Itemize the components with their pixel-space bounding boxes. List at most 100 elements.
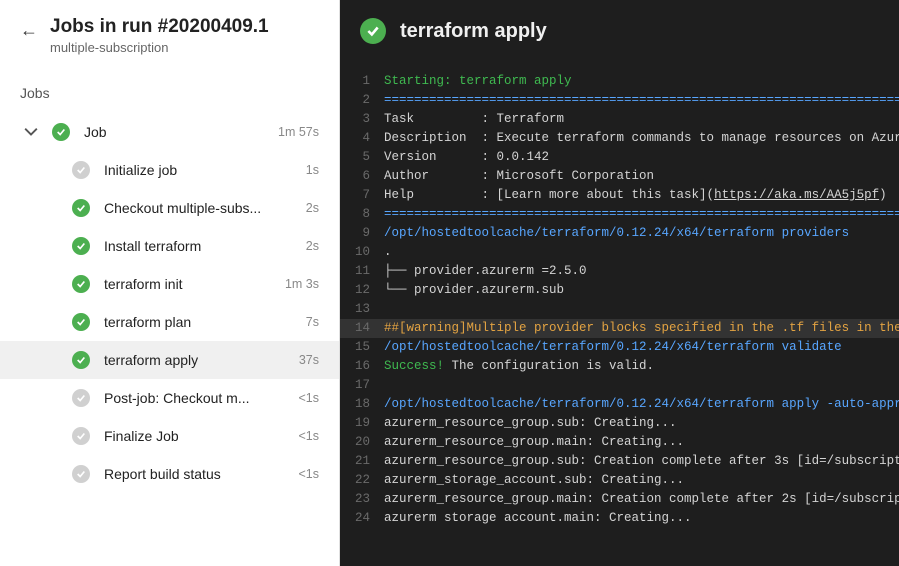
- chevron-down-icon[interactable]: [24, 124, 38, 141]
- line-number: 8: [340, 205, 384, 224]
- line-number: 23: [340, 490, 384, 509]
- step-list: Initialize job1sCheckout multiple-subs..…: [0, 151, 339, 493]
- line-number: 21: [340, 452, 384, 471]
- log-line: 23azurerm_resource_group.main: Creation …: [340, 490, 899, 509]
- page-title: Jobs in run #20200409.1: [50, 16, 269, 38]
- line-number: 11: [340, 262, 384, 281]
- job-group: Job 1m 57s Initialize job1sCheckout mult…: [0, 109, 339, 497]
- log-text: Success! The configuration is valid.: [384, 357, 899, 376]
- log-text: azurerm_resource_group.sub: Creation com…: [384, 452, 899, 471]
- step-row[interactable]: Initialize job1s: [0, 151, 339, 189]
- step-row[interactable]: terraform apply 37s: [0, 341, 339, 379]
- status-neutral-icon: [72, 389, 90, 407]
- step-duration: <1s: [298, 391, 319, 405]
- log-line: 7Help : [Learn more about this task](htt…: [340, 186, 899, 205]
- step-duration: <1s: [298, 467, 319, 481]
- log-text: Starting: terraform apply: [384, 72, 899, 91]
- log-text: Description : Execute terraform commands…: [384, 129, 899, 148]
- log-text: [384, 300, 899, 319]
- step-name: Install terraform: [104, 238, 298, 254]
- line-number: 18: [340, 395, 384, 414]
- log-line: 1Starting: terraform apply: [340, 72, 899, 91]
- log-text: ========================================…: [384, 91, 899, 110]
- log-line: 6Author : Microsoft Corporation: [340, 167, 899, 186]
- log-line: 8=======================================…: [340, 205, 899, 224]
- line-number: 22: [340, 471, 384, 490]
- step-row[interactable]: terraform plan7s: [0, 303, 339, 341]
- log-text: azurerm storage account.main: Creating..…: [384, 509, 899, 528]
- status-success-icon: [360, 18, 386, 44]
- line-number: 14: [340, 319, 384, 338]
- step-name: terraform init: [104, 276, 277, 292]
- step-duration: <1s: [298, 429, 319, 443]
- log-line: 18/opt/hostedtoolcache/terraform/0.12.24…: [340, 395, 899, 414]
- log-panel: terraform apply 1Starting: terraform app…: [340, 0, 899, 566]
- log-text: ##[warning]Multiple provider blocks spec…: [384, 319, 899, 338]
- log-line: 10.: [340, 243, 899, 262]
- step-row[interactable]: Report build status<1s: [0, 455, 339, 493]
- log-text: Author : Microsoft Corporation: [384, 167, 899, 186]
- line-number: 10: [340, 243, 384, 262]
- log-text: Task : Terraform: [384, 110, 899, 129]
- line-number: 2: [340, 91, 384, 110]
- step-row[interactable]: Post-job: Checkout m... <1s: [0, 379, 339, 417]
- status-success-icon: [72, 199, 90, 217]
- log-line: 15/opt/hostedtoolcache/terraform/0.12.24…: [340, 338, 899, 357]
- log-body[interactable]: 1Starting: terraform apply2=============…: [340, 72, 899, 566]
- step-duration: 7s: [306, 315, 319, 329]
- log-line: 19azurerm_resource_group.sub: Creating..…: [340, 414, 899, 433]
- step-row[interactable]: terraform init 1m 3s: [0, 265, 339, 303]
- back-arrow-icon[interactable]: ←: [20, 20, 38, 41]
- log-line: 22azurerm_storage_account.sub: Creating.…: [340, 471, 899, 490]
- log-line: 16Success! The configuration is valid.: [340, 357, 899, 376]
- step-duration: 2s: [306, 239, 319, 253]
- line-number: 7: [340, 186, 384, 205]
- log-text: /opt/hostedtoolcache/terraform/0.12.24/x…: [384, 395, 899, 414]
- log-text: .: [384, 243, 899, 262]
- job-duration: 1m 57s: [278, 125, 319, 139]
- line-number: 3: [340, 110, 384, 129]
- status-success-icon: [72, 275, 90, 293]
- line-number: 20: [340, 433, 384, 452]
- line-number: 24: [340, 509, 384, 528]
- sidebar: ← Jobs in run #20200409.1 multiple-subsc…: [0, 0, 340, 566]
- log-line: 3Task : Terraform: [340, 110, 899, 129]
- job-row[interactable]: Job 1m 57s: [0, 113, 339, 151]
- log-line: 21azurerm_resource_group.sub: Creation c…: [340, 452, 899, 471]
- status-neutral-icon: [72, 465, 90, 483]
- status-neutral-icon: [72, 427, 90, 445]
- log-line: 2=======================================…: [340, 91, 899, 110]
- log-text: /opt/hostedtoolcache/terraform/0.12.24/x…: [384, 338, 899, 357]
- job-name: Job: [84, 124, 270, 140]
- line-number: 13: [340, 300, 384, 319]
- log-text: azurerm_resource_group.main: Creating...: [384, 433, 899, 452]
- line-number: 6: [340, 167, 384, 186]
- step-duration: 37s: [299, 353, 319, 367]
- log-text: azurerm_resource_group.main: Creation co…: [384, 490, 899, 509]
- log-text: Version : 0.0.142: [384, 148, 899, 167]
- log-line: 20azurerm_resource_group.main: Creating.…: [340, 433, 899, 452]
- step-name: terraform apply: [104, 352, 291, 368]
- log-line: 17: [340, 376, 899, 395]
- log-line: 9/opt/hostedtoolcache/terraform/0.12.24/…: [340, 224, 899, 243]
- line-number: 16: [340, 357, 384, 376]
- step-row[interactable]: Checkout multiple-subs...2s: [0, 189, 339, 227]
- status-success-icon: [72, 351, 90, 369]
- header: ← Jobs in run #20200409.1 multiple-subsc…: [0, 0, 339, 67]
- log-line: 5Version : 0.0.142: [340, 148, 899, 167]
- status-success-icon: [72, 237, 90, 255]
- log-text: Help : [Learn more about this task](http…: [384, 186, 899, 205]
- step-row[interactable]: Finalize Job<1s: [0, 417, 339, 455]
- step-duration: 1m 3s: [285, 277, 319, 291]
- status-success-icon: [72, 313, 90, 331]
- line-number: 9: [340, 224, 384, 243]
- step-duration: 2s: [306, 201, 319, 215]
- line-number: 19: [340, 414, 384, 433]
- log-header: terraform apply: [340, 0, 899, 72]
- log-text: [384, 376, 899, 395]
- header-text: Jobs in run #20200409.1 multiple-subscri…: [50, 16, 269, 55]
- step-name: Post-job: Checkout m...: [104, 390, 290, 406]
- log-text: /opt/hostedtoolcache/terraform/0.12.24/x…: [384, 224, 899, 243]
- page-subtitle: multiple-subscription: [50, 40, 269, 55]
- step-row[interactable]: Install terraform 2s: [0, 227, 339, 265]
